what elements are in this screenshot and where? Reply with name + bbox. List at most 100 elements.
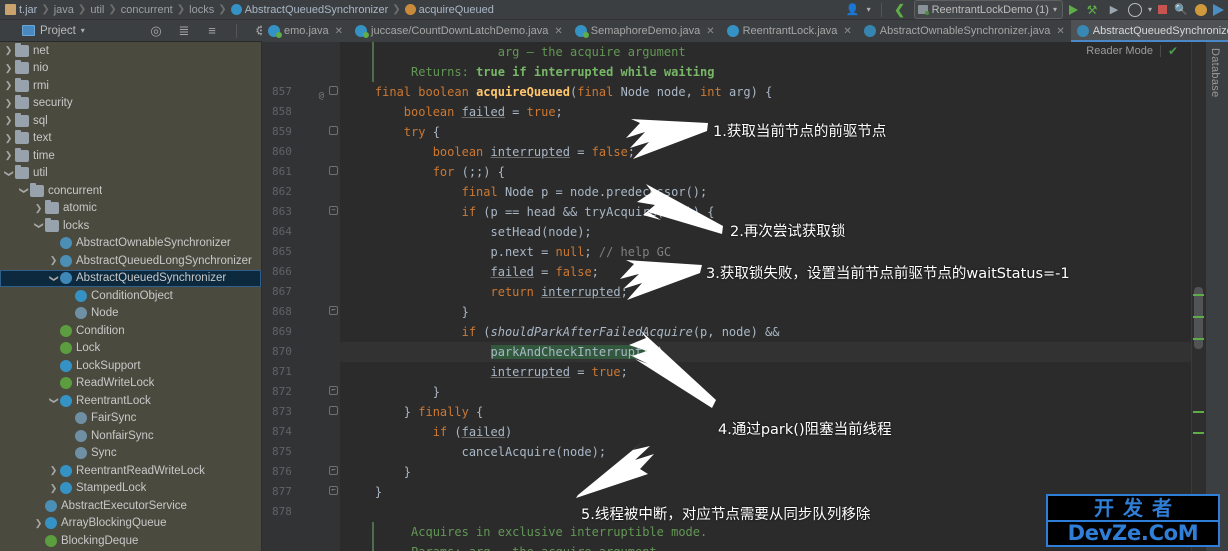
- run-icon[interactable]: [1068, 4, 1078, 15]
- code-line[interactable]: if (p == head && tryAcquire(arg)) {: [340, 202, 1206, 222]
- chevron-right-icon[interactable]: ❯: [2, 45, 15, 56]
- code-line[interactable]: for (;;) {: [340, 162, 1206, 182]
- fold-marker-icon[interactable]: [329, 86, 338, 95]
- chevron-down-icon[interactable]: ❮: [48, 272, 59, 285]
- code-line[interactable]: final boolean acquireQueued(final Node n…: [340, 82, 1206, 102]
- tab-demo-java[interactable]: emo.java ✕: [262, 20, 349, 42]
- code-line[interactable]: try {: [340, 122, 1206, 142]
- tree-item-sync[interactable]: · Sync: [0, 445, 261, 463]
- close-icon[interactable]: ✕: [706, 26, 714, 37]
- tab-countdownlatchdemo-java[interactable]: juccase/CountDownLatchDemo.java ✕: [349, 20, 569, 42]
- breadcrumb-item-jar[interactable]: t.jar: [2, 1, 40, 19]
- tree-item-abstractqueuedsynchronizer[interactable]: ❮ AbstractQueuedSynchronizer: [0, 269, 261, 287]
- chevron-right-icon[interactable]: ❯: [2, 63, 15, 74]
- chevron-right-icon[interactable]: ❯: [47, 255, 60, 266]
- breadcrumb-item-locks[interactable]: locks: [186, 1, 217, 19]
- profiler-icon[interactable]: [1127, 2, 1142, 17]
- chevron-down-icon[interactable]: ▾: [81, 26, 85, 35]
- tree-item-node[interactable]: · Node: [0, 305, 261, 323]
- tree-item-net[interactable]: ❯ net: [0, 42, 261, 60]
- tree-item-conditionobject[interactable]: · ConditionObject: [0, 287, 261, 305]
- breadcrumb-item-method[interactable]: acquireQueued: [402, 1, 497, 19]
- chevron-down-icon[interactable]: ❮: [33, 219, 44, 232]
- chevron-down-icon[interactable]: ▾: [1148, 5, 1152, 14]
- user-icon[interactable]: 👤: [845, 2, 861, 18]
- collapse-all-icon[interactable]: ≡: [204, 23, 220, 39]
- chevron-right-icon[interactable]: ❯: [32, 203, 45, 214]
- code-line[interactable]: boolean interrupted = false;: [340, 142, 1206, 162]
- fold-marker-icon[interactable]: ⌐: [329, 486, 338, 495]
- code-editor[interactable]: Reader Mode ✔ 857 @ 858 859 860 861 862 863− 864…: [262, 42, 1206, 551]
- close-icon[interactable]: ✕: [843, 26, 851, 37]
- chevron-right-icon[interactable]: ❯: [47, 483, 60, 494]
- fold-marker-icon[interactable]: [329, 126, 338, 135]
- code-line[interactable]: return interrupted;: [340, 282, 1206, 302]
- share-icon[interactable]: [1213, 3, 1224, 16]
- code-line[interactable]: final Node p = node.predecessor();: [340, 182, 1206, 202]
- chevron-right-icon[interactable]: ❯: [2, 133, 15, 144]
- chevron-down-icon[interactable]: ▾: [867, 5, 871, 14]
- fold-marker-icon[interactable]: [329, 406, 338, 415]
- close-icon[interactable]: ✕: [1056, 26, 1064, 37]
- fold-marker-icon[interactable]: ⌐: [329, 466, 338, 475]
- tree-item-rmi[interactable]: ❯ rmi: [0, 77, 261, 95]
- tree-item-abstractexecutorservice[interactable]: · AbstractExecutorService: [0, 497, 261, 515]
- code-line[interactable]: p.next = null; // help GC: [340, 242, 1206, 262]
- chevron-right-icon[interactable]: ❯: [32, 518, 45, 529]
- green-chevron-icon[interactable]: ❮: [892, 2, 908, 18]
- tree-item-locksupport[interactable]: · LockSupport: [0, 357, 261, 375]
- code-line[interactable]: arg – the acquire argument: [340, 42, 1206, 62]
- breadcrumb-item-concurrent[interactable]: concurrent: [118, 1, 176, 19]
- tree-item-util[interactable]: ❮ util: [0, 165, 261, 183]
- close-icon[interactable]: ✕: [554, 26, 562, 37]
- tab-abstractownablesynchronizer-java[interactable]: AbstractOwnableSynchronizer.java ✕: [858, 20, 1071, 42]
- code-line[interactable]: if (shouldParkAfterFailedAcquire(p, node…: [340, 322, 1206, 342]
- chevron-right-icon[interactable]: ❯: [2, 115, 15, 126]
- update-icon[interactable]: [1195, 3, 1207, 16]
- breadcrumb-item-class[interactable]: AbstractQueuedSynchronizer: [228, 1, 392, 19]
- tree-item-concurrent[interactable]: ❮ concurrent: [0, 182, 261, 200]
- fold-marker-icon[interactable]: −: [329, 206, 338, 215]
- tree-item-blockingdeque[interactable]: · BlockingDeque: [0, 532, 261, 550]
- tree-item-readwritelock[interactable]: · ReadWriteLock: [0, 375, 261, 393]
- tab-reentrantlock-java[interactable]: ReentrantLock.java ✕: [721, 20, 858, 42]
- search-icon[interactable]: 🔍: [1173, 2, 1189, 18]
- chevron-down-icon[interactable]: ❮: [48, 394, 59, 407]
- chevron-right-icon[interactable]: ❯: [2, 80, 15, 91]
- project-tree[interactable]: ❯ net ❯ nio ❯ rmi ❯ security ❯ sql ❯ text ❯ time ❮ util…: [0, 42, 262, 551]
- tree-item-reentrantreadwritelock[interactable]: ❯ ReentrantReadWriteLock: [0, 462, 261, 480]
- run-configuration-selector[interactable]: ReentrantLockDemo (1) ▾: [913, 0, 1063, 19]
- fold-marker-icon[interactable]: ⌐: [329, 306, 338, 315]
- tree-item-reentrantlock[interactable]: ❮ ReentrantLock: [0, 392, 261, 410]
- run-with-coverage-icon[interactable]: ▶: [1106, 2, 1122, 18]
- stop-icon[interactable]: [1158, 5, 1167, 14]
- breadcrumb-item-java[interactable]: java: [51, 1, 77, 19]
- tree-item-text[interactable]: ❯ text: [0, 130, 261, 148]
- chevron-down-icon[interactable]: ❮: [3, 167, 14, 180]
- code-line[interactable]: setHead(node);: [340, 222, 1206, 242]
- code-line[interactable]: Returns: true if interrupted while waiti…: [340, 62, 1206, 82]
- chevron-right-icon[interactable]: ❯: [2, 150, 15, 161]
- tree-item-lock[interactable]: · Lock: [0, 340, 261, 358]
- code-line[interactable]: }: [340, 462, 1206, 482]
- code-line[interactable]: failed = false;: [340, 262, 1206, 282]
- debug-icon[interactable]: ⚒: [1084, 2, 1100, 18]
- tree-item-security[interactable]: ❯ security: [0, 95, 261, 113]
- fold-marker-icon[interactable]: [329, 166, 338, 175]
- code-line[interactable]: if (failed): [340, 422, 1206, 442]
- reader-mode-indicator[interactable]: Reader Mode ✔: [1086, 44, 1178, 58]
- expand-all-icon[interactable]: ≣: [176, 23, 192, 39]
- chevron-right-icon[interactable]: ❯: [47, 465, 60, 476]
- tab-semaphoredemo-java[interactable]: SemaphoreDemo.java ✕: [569, 20, 721, 42]
- code-content[interactable]: arg – the acquire argument Returns: true…: [340, 42, 1206, 551]
- tree-item-fairsync[interactable]: · FairSync: [0, 410, 261, 428]
- locate-file-icon[interactable]: ◎: [148, 23, 164, 39]
- tree-item-time[interactable]: ❯ time: [0, 147, 261, 165]
- tree-item-arrayblockingqueue[interactable]: ❯ ArrayBlockingQueue: [0, 515, 261, 533]
- tree-item-nio[interactable]: ❯ nio: [0, 60, 261, 78]
- code-line[interactable]: }: [340, 382, 1206, 402]
- code-line[interactable]: cancelAcquire(node);: [340, 442, 1206, 462]
- code-line[interactable]: }: [340, 302, 1206, 322]
- tree-item-stampedlock[interactable]: ❯ StampedLock: [0, 480, 261, 498]
- breadcrumb-item-util[interactable]: util: [87, 1, 107, 19]
